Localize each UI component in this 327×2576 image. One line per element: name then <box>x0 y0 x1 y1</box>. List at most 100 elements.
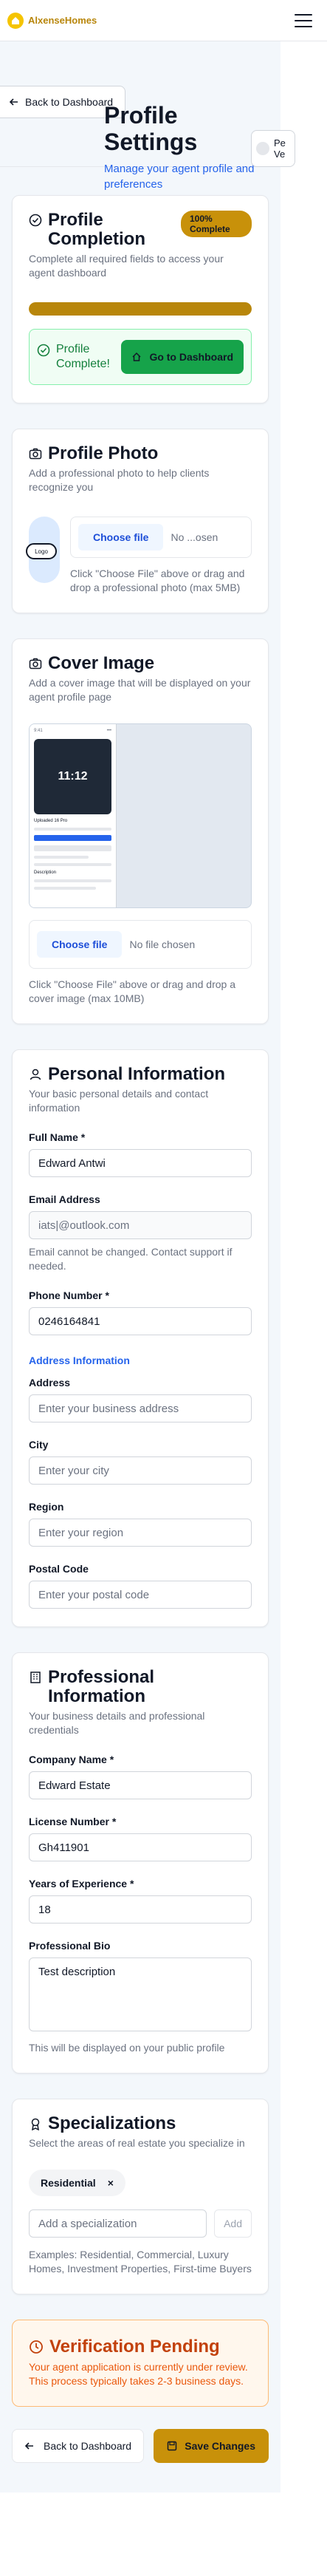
cover-choose-file-button[interactable]: Choose file <box>37 931 123 958</box>
top-navbar: AlxenseHomes <box>0 0 327 41</box>
go-to-dashboard-button[interactable]: Go to Dashboard <box>121 340 244 374</box>
brand[interactable]: AlxenseHomes <box>7 12 97 29</box>
specialization-input[interactable] <box>29 2209 207 2238</box>
arrow-left-icon <box>9 98 18 106</box>
back-to-dashboard-label: Back to Dashboard <box>44 2440 132 2452</box>
personal-information-title: Personal Information <box>29 1065 252 1084</box>
save-changes-button[interactable]: Save Changes <box>154 2429 269 2463</box>
full-name-input[interactable] <box>29 1149 252 1177</box>
back-label-top: Back to Dashboard <box>25 96 114 108</box>
profile-settings-page: AlxenseHomes Back to Dashboard Profile S… <box>0 0 327 2576</box>
cover-image-hint: Click "Choose File" above or drag and dr… <box>29 978 235 1004</box>
region-input[interactable] <box>29 1519 252 1547</box>
completion-description: Complete all required fields to access y… <box>29 253 224 279</box>
add-specialization-button[interactable]: Add <box>214 2209 252 2238</box>
brand-logo-icon <box>7 12 24 29</box>
completion-progress-fill <box>29 302 252 316</box>
camera-icon <box>29 658 42 669</box>
phone-label: Phone Number * <box>29 1289 109 1301</box>
cover-preview-label: Description <box>34 870 57 875</box>
phone-input[interactable] <box>29 1307 252 1335</box>
preview-profile-button[interactable]: Pe Ve <box>251 130 295 167</box>
building-icon <box>30 1672 41 1683</box>
remove-tag-icon[interactable]: × <box>108 2177 114 2189</box>
full-name-label: Full Name * <box>29 1131 86 1143</box>
bottom-action-bar: Back to Dashboard Save Changes <box>0 2407 280 2463</box>
profile-complete-banner: Profile Complete! Go to Dashboard <box>29 329 252 385</box>
verification-text: Your agent application is currently unde… <box>29 2361 248 2387</box>
page-right-gutter <box>280 41 327 2576</box>
home-icon <box>132 352 141 361</box>
profile-photo-card: Profile Photo Add a professional photo t… <box>12 429 269 613</box>
cover-image-card: Cover Image Add a cover image that will … <box>12 638 269 1024</box>
cover-image-description: Add a cover image that will be displayed… <box>29 677 251 703</box>
bio-textarea[interactable]: Test description <box>29 1957 252 2031</box>
profile-photo-title-text: Profile Photo <box>48 443 159 463</box>
region-label: Region <box>29 1501 64 1513</box>
address-label: Address <box>29 1377 71 1388</box>
page-header: Back to Dashboard Profile Settings Manag… <box>0 41 280 191</box>
postal-code-input[interactable] <box>29 1581 252 1609</box>
personal-information-description: Your basic personal details and contact … <box>29 1088 209 1114</box>
check-circle-icon <box>29 214 42 227</box>
profile-photo-hint: Click "Choose File" above or drag and dr… <box>70 568 245 593</box>
profile-complete-text: Profile Complete! <box>56 343 110 370</box>
award-icon <box>31 2118 40 2130</box>
address-input[interactable] <box>29 1394 252 1422</box>
camera-icon <box>29 448 42 460</box>
company-name-input[interactable] <box>29 1771 252 1799</box>
success-check-icon <box>37 344 50 357</box>
bio-label: Professional Bio <box>29 1940 111 1952</box>
personal-information-card: Personal Information Your basic personal… <box>12 1049 269 1627</box>
specialization-tag-label: Residential <box>41 2177 96 2189</box>
specializations-description: Select the areas of real estate you spec… <box>29 2137 245 2149</box>
user-icon <box>30 1069 41 1080</box>
page-subtitle: Manage your agent profile and preference… <box>104 163 255 191</box>
experience-input[interactable] <box>29 1895 252 1924</box>
email-help-text: Email cannot be changed. Contact support… <box>29 1246 233 1272</box>
profile-photo-file-status: No ...osen <box>171 531 218 543</box>
cover-image-title: Cover Image <box>29 654 252 673</box>
personal-information-title-text: Personal Information <box>48 1064 226 1084</box>
avatar: Logo <box>26 517 60 583</box>
bio-help-text: This will be displayed on your public pr… <box>29 2042 225 2054</box>
license-number-label: License Number * <box>29 1816 117 1827</box>
cover-image-title-text: Cover Image <box>48 653 155 673</box>
hamburger-menu-icon[interactable] <box>295 13 312 27</box>
specializations-card: Specializations Select the areas of real… <box>12 2099 269 2294</box>
email-label: Email Address <box>29 1193 100 1205</box>
verification-pending-card: Verification Pending Your agent applicat… <box>12 2320 269 2407</box>
completion-title: Profile Completion <box>29 211 173 249</box>
save-icon <box>168 2441 177 2451</box>
cover-phone-screenshot: 9:41 ••• 11:12 Uploaded 16 Pro Descriptio… <box>30 724 117 907</box>
back-to-dashboard-button[interactable]: Back to Dashboard <box>12 2429 145 2463</box>
completion-progress-bar <box>29 302 252 316</box>
city-label: City <box>29 1439 49 1451</box>
profile-photo-choose-file-button[interactable]: Choose file <box>78 524 164 551</box>
cover-preview-time: 11:12 <box>34 739 111 814</box>
preview-label: Pe Ve <box>274 137 286 160</box>
company-name-label: Company Name * <box>29 1754 114 1765</box>
city-input[interactable] <box>29 1456 252 1485</box>
eye-icon <box>256 142 269 155</box>
specialization-tag: Residential × <box>29 2170 125 2196</box>
cover-image-preview: 9:41 ••• 11:12 Uploaded 16 Pro Descriptio… <box>29 723 252 908</box>
profile-photo-title: Profile Photo <box>29 444 252 463</box>
license-number-input[interactable] <box>29 1833 252 1861</box>
profile-photo-file-input[interactable]: Choose file No ...osen <box>70 517 252 558</box>
completion-title-text: Profile Completion <box>48 210 145 249</box>
arrow-left-icon <box>24 2442 33 2450</box>
page-heading: Profile Settings Manage your agent profi… <box>104 102 263 192</box>
cover-image-file-input[interactable]: Choose file No file chosen <box>29 920 252 969</box>
experience-label: Years of Experience * <box>29 1878 134 1890</box>
specializations-title: Specializations <box>29 2114 252 2133</box>
email-input[interactable] <box>29 1211 252 1239</box>
save-changes-label: Save Changes <box>185 2440 255 2452</box>
postal-code-label: Postal Code <box>29 1563 89 1575</box>
verification-title: Verification Pending <box>29 2337 252 2357</box>
cover-file-status: No file chosen <box>129 938 196 950</box>
clock-icon <box>30 2340 43 2354</box>
avatar-logo: Logo <box>26 543 57 559</box>
specializations-examples: Examples: Residential, Commercial, Luxur… <box>29 2249 252 2275</box>
professional-information-card: Professional Information Your business d… <box>12 1652 269 2074</box>
